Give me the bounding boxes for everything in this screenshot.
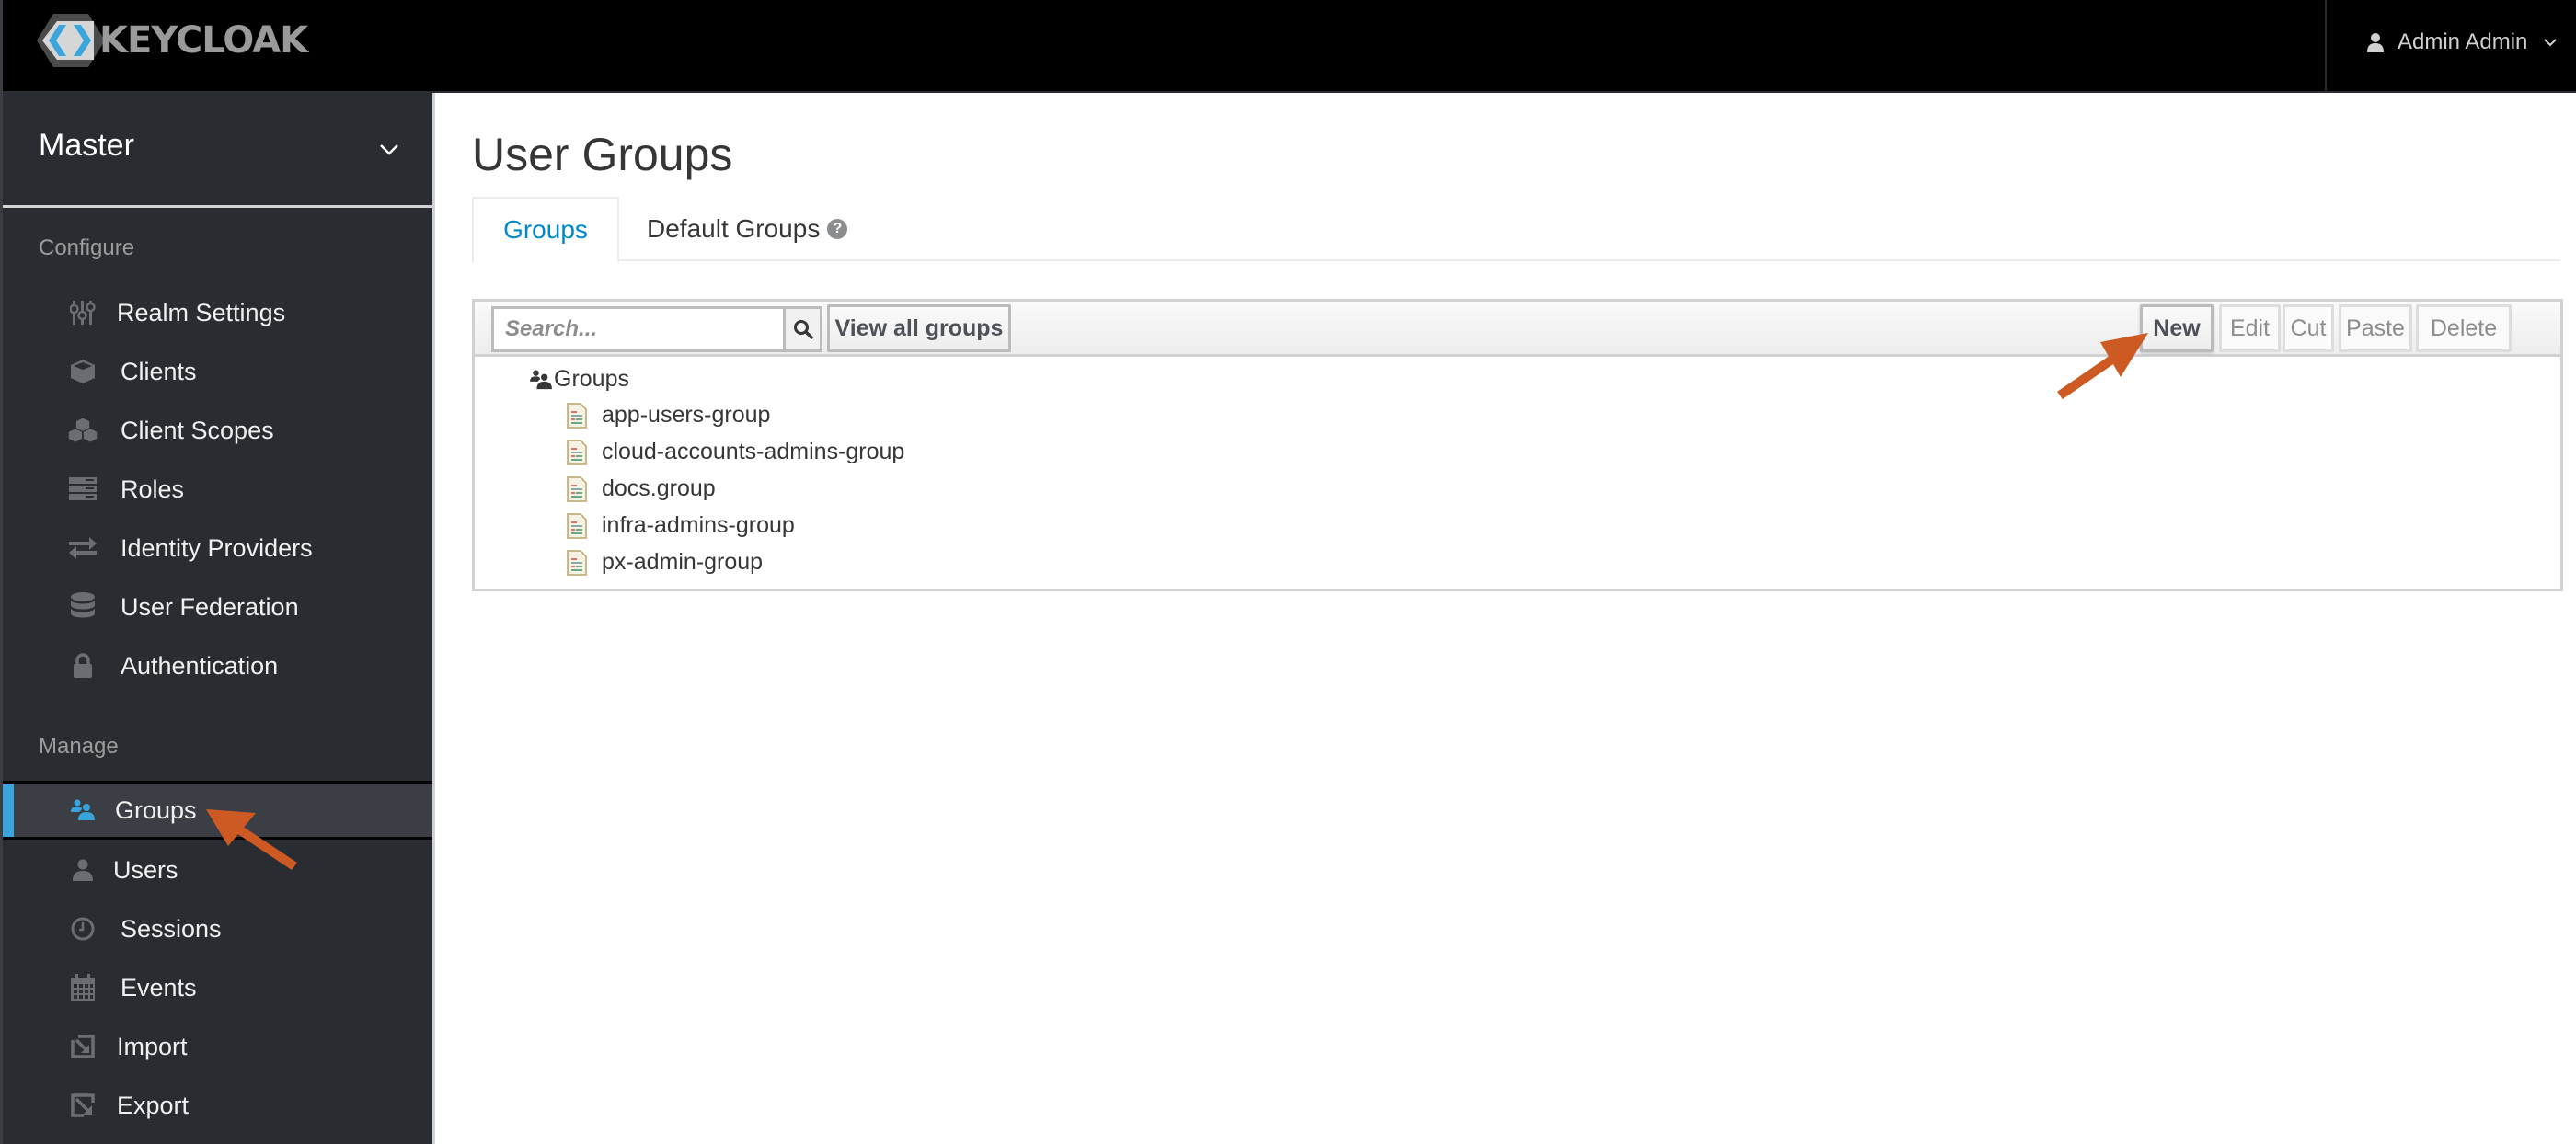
groups-toolbar: View all groups New Edit Cut Paste Delet… — [475, 302, 2560, 357]
tree-root-groups[interactable]: Groups — [530, 366, 629, 393]
keycloak-logo[interactable]: KEYCLOAK — [37, 11, 308, 70]
section-label-manage: Manage — [39, 734, 119, 759]
sidebar-item-label: Identity Providers — [121, 533, 313, 562]
database-icon — [67, 592, 98, 621]
realm-name: Master — [39, 128, 134, 163]
realm-selector[interactable]: Master — [3, 93, 432, 205]
edit-group-button[interactable]: Edit — [2219, 304, 2281, 352]
tree-item-label: app-users-group — [602, 402, 771, 428]
chevron-down-icon — [2544, 39, 2558, 47]
sidebar-item-label: Import — [117, 1032, 188, 1060]
sidebar-item-label: Groups — [115, 795, 197, 824]
document-icon — [567, 549, 587, 576]
sidebar-item-label: Roles — [121, 475, 185, 503]
sidebar-item-import[interactable]: Import — [3, 1018, 432, 1075]
sidebar-item-label: Client Scopes — [121, 416, 274, 444]
tree-item[interactable]: app-users-group — [567, 402, 770, 429]
clock-icon — [67, 915, 98, 943]
sidebar-item-identity-providers[interactable]: Identity Providers — [3, 520, 432, 577]
search-input[interactable] — [491, 306, 786, 352]
active-indicator — [3, 784, 14, 837]
sidebar: Master Configure Realm Settings Clients — [0, 93, 432, 1144]
chevron-down-icon — [380, 144, 398, 155]
sidebar-item-export[interactable]: Export — [3, 1077, 432, 1134]
search-icon — [793, 320, 813, 339]
import-icon — [67, 1033, 98, 1060]
page-title: User Groups — [472, 129, 733, 180]
window-edge — [0, 0, 3, 1144]
navbar-divider — [2325, 0, 2327, 93]
search-button[interactable] — [783, 306, 822, 352]
groups-panel: View all groups New Edit Cut Paste Delet… — [472, 299, 2563, 591]
tree-root-label: Groups — [554, 366, 629, 392]
exchange-icon — [67, 534, 98, 562]
sidebar-item-events[interactable]: Events — [3, 959, 432, 1016]
section-label-configure: Configure — [39, 235, 135, 260]
tree-item[interactable]: docs.group — [567, 475, 716, 502]
user-name: Admin Admin — [2398, 29, 2528, 54]
tree-item-label: docs.group — [602, 475, 716, 501]
sidebar-item-label: Export — [117, 1091, 190, 1119]
document-icon — [567, 439, 587, 465]
sidebar-item-label: Realm Settings — [117, 298, 286, 326]
sidebar-item-clients[interactable]: Clients — [3, 343, 432, 400]
tab-label: Default Groups — [647, 214, 821, 243]
tree-item-label: px-admin-group — [602, 549, 764, 575]
tree-item-label: infra-admins-group — [602, 512, 795, 538]
question-circle-icon[interactable]: ? — [827, 219, 848, 239]
server-icon — [67, 475, 98, 503]
sidebar-item-label: Authentication — [121, 651, 279, 680]
cut-group-button[interactable]: Cut — [2283, 304, 2334, 352]
document-icon — [567, 512, 587, 539]
tab-groups[interactable]: Groups — [472, 197, 619, 263]
tree-item[interactable]: infra-admins-group — [567, 512, 795, 539]
cubes-icon — [67, 417, 98, 444]
calendar-icon — [67, 974, 98, 1001]
sidebar-item-roles[interactable]: Roles — [3, 461, 432, 518]
realm-divider — [3, 205, 432, 208]
tree-item[interactable]: px-admin-group — [567, 549, 763, 576]
tab-default-groups[interactable]: Default Groups ? — [647, 197, 848, 261]
tree-item-label: cloud-accounts-admins-group — [602, 439, 905, 464]
document-icon — [567, 475, 587, 502]
sliders-icon — [67, 299, 98, 326]
lock-icon — [67, 652, 98, 680]
sidebar-item-authentication[interactable]: Authentication — [3, 637, 432, 694]
export-icon — [67, 1092, 98, 1119]
tree-item[interactable]: cloud-accounts-admins-group — [567, 439, 904, 465]
sidebar-item-users[interactable]: Users — [3, 841, 432, 898]
brand-name: KEYCLOAK — [99, 19, 308, 62]
user-menu[interactable]: Admin Admin — [2366, 24, 2558, 61]
view-all-groups-button[interactable]: View all groups — [827, 304, 1011, 352]
sidebar-item-label: Clients — [121, 357, 197, 385]
user-icon — [67, 856, 98, 884]
users-icon — [67, 796, 98, 824]
delete-group-button[interactable]: Delete — [2416, 304, 2512, 352]
main-content: User Groups Groups Default Groups ? View… — [435, 93, 2576, 1144]
keycloak-logo-icon — [37, 14, 105, 67]
cube-icon — [67, 358, 98, 385]
new-group-button[interactable]: New — [2140, 304, 2214, 352]
users-icon — [530, 369, 552, 389]
sidebar-item-client-scopes[interactable]: Client Scopes — [3, 402, 432, 459]
document-icon — [567, 402, 587, 429]
paste-group-button[interactable]: Paste — [2339, 304, 2412, 352]
user-icon — [2367, 33, 2384, 52]
sidebar-item-groups[interactable]: Groups — [3, 781, 432, 840]
tab-bar: Groups Default Groups ? — [472, 197, 2560, 263]
sidebar-item-label: Users — [113, 855, 178, 884]
sidebar-item-label: Events — [121, 973, 197, 1001]
sidebar-item-label: Sessions — [121, 914, 222, 943]
sidebar-item-sessions[interactable]: Sessions — [3, 900, 432, 957]
sidebar-item-realm-settings[interactable]: Realm Settings — [3, 284, 432, 341]
sidebar-item-user-federation[interactable]: User Federation — [3, 578, 432, 635]
sidebar-item-label: User Federation — [121, 592, 299, 621]
top-navbar: KEYCLOAK Admin Admin — [0, 0, 2576, 93]
